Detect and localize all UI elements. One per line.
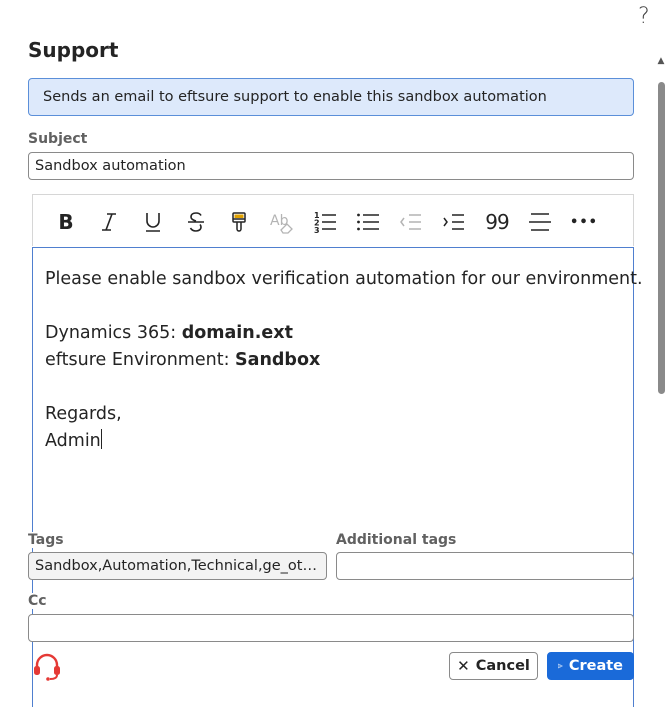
numbered-list-icon[interactable]: 123 xyxy=(312,209,338,235)
body-line: Please enable sandbox verification autom… xyxy=(45,269,643,289)
svg-text:3: 3 xyxy=(314,226,320,234)
quote-icon[interactable]: 99 xyxy=(484,209,510,235)
format-painter-icon[interactable] xyxy=(226,209,252,235)
tags-field[interactable]: Sandbox,Automation,Technical,ge_other xyxy=(28,552,327,580)
scrollbar-thumb[interactable] xyxy=(658,82,665,394)
subject-label: Subject xyxy=(28,131,88,147)
strikethrough-icon[interactable] xyxy=(183,209,209,235)
send-icon xyxy=(558,663,563,669)
create-button[interactable]: Create xyxy=(547,652,634,680)
decrease-indent-icon[interactable] xyxy=(398,209,424,235)
additional-tags-input[interactable] xyxy=(336,552,634,580)
italic-icon[interactable] xyxy=(96,209,122,235)
cc-label: Cc xyxy=(28,593,47,609)
scroll-up-arrow[interactable]: ▲ xyxy=(656,56,666,66)
svg-text:Ab: Ab xyxy=(270,213,289,229)
dynamics-domain: domain.ext xyxy=(181,323,293,343)
cc-input[interactable] xyxy=(28,614,634,642)
align-icon[interactable] xyxy=(527,209,553,235)
increase-indent-icon[interactable] xyxy=(441,209,467,235)
help-icon[interactable]: ? xyxy=(638,6,650,28)
more-icon[interactable]: ••• xyxy=(570,209,597,235)
headset-icon[interactable] xyxy=(32,652,62,682)
body-line: eftsure Environment: Sandbox xyxy=(45,350,321,370)
text-caret xyxy=(100,429,102,449)
additional-tags-label: Additional tags xyxy=(336,532,457,548)
tags-label: Tags xyxy=(28,532,64,548)
cancel-button[interactable]: ✕ Cancel xyxy=(449,652,538,680)
body-line: Dynamics 365: domain.ext xyxy=(45,323,293,343)
editor-toolbar: B Ab 123 99 ••• xyxy=(32,194,634,246)
bullet-list-icon[interactable] xyxy=(355,209,381,235)
body-line: Regards, xyxy=(45,404,122,424)
dialog-title: Support xyxy=(28,38,119,62)
body-line: Admin xyxy=(45,429,102,451)
bold-icon[interactable]: B xyxy=(53,209,79,235)
underline-icon[interactable] xyxy=(140,209,166,235)
clear-formatting-icon[interactable]: Ab xyxy=(269,209,295,235)
close-icon: ✕ xyxy=(457,657,470,675)
environment-name: Sandbox xyxy=(235,350,321,370)
info-banner: Sends an email to eftsure support to ena… xyxy=(28,78,634,116)
subject-input[interactable]: Sandbox automation xyxy=(28,152,634,180)
